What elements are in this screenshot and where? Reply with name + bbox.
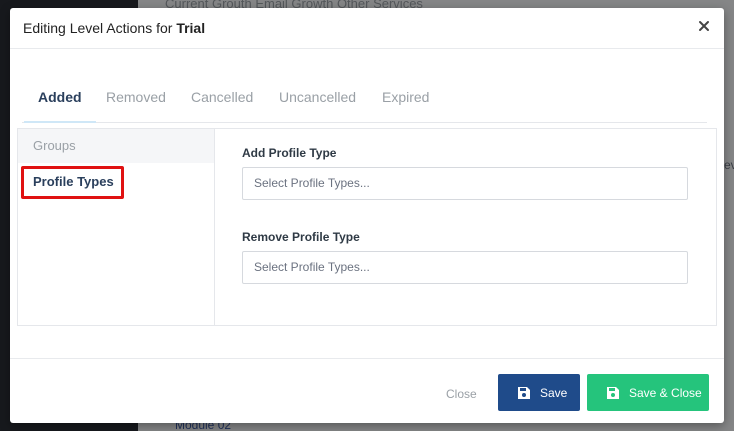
tab-uncancelled[interactable]: Uncancelled (279, 82, 356, 122)
remove-profile-type-label: Remove Profile Type (242, 230, 360, 244)
highlight-box (21, 166, 124, 199)
floppy-disk-icon (605, 385, 621, 401)
modal-title: Editing Level Actions for Trial (23, 20, 205, 36)
modal-title-level: Trial (176, 20, 206, 36)
close-button[interactable]: Close (446, 387, 477, 401)
modal-footer: Close Save Save & Close (10, 358, 724, 424)
save-and-close-button-label: Save & Close (629, 385, 702, 400)
floppy-disk-icon (516, 385, 532, 401)
save-button[interactable]: Save (498, 374, 580, 411)
add-profile-type-select[interactable]: Select Profile Types... (242, 167, 688, 200)
level-actions-modal: Editing Level Actions for Trial Added Re… (10, 8, 724, 423)
tab-added[interactable]: Added (24, 82, 95, 123)
tab-removed[interactable]: Removed (106, 82, 166, 122)
modal-title-prefix: Editing Level Actions for (23, 20, 177, 36)
remove-profile-type-select[interactable]: Select Profile Types... (242, 251, 688, 284)
save-button-label: Save (540, 385, 568, 400)
tab-expired[interactable]: Expired (382, 82, 429, 122)
close-icon[interactable] (696, 18, 712, 34)
sidebar-item-groups[interactable]: Groups (18, 129, 214, 163)
save-and-close-button[interactable]: Save & Close (587, 374, 709, 411)
modal-header: Editing Level Actions for Trial (10, 8, 724, 49)
add-profile-type-label: Add Profile Type (242, 146, 337, 160)
actions-panel: Groups Profile Types Add Profile Type Se… (17, 128, 717, 326)
category-sidebar: Groups Profile Types (18, 129, 215, 325)
tab-cancelled[interactable]: Cancelled (191, 82, 253, 122)
action-tabs: Added Removed Cancelled Uncancelled Expi… (22, 82, 707, 123)
